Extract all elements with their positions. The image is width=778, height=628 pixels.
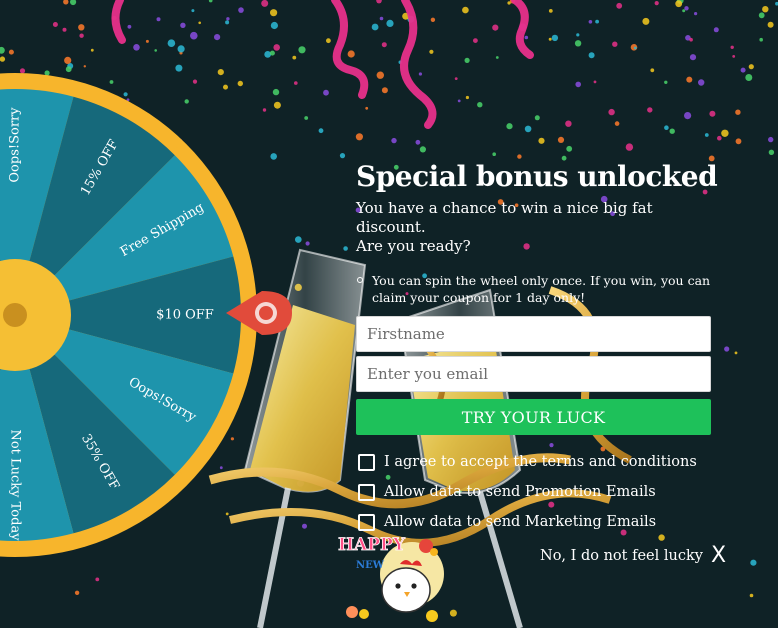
email-input[interactable] (356, 356, 711, 392)
close-icon[interactable]: X (711, 545, 726, 567)
rules-list-item: You can spin the wheel only once. If you… (356, 272, 716, 306)
wheel-segment-label: Oops!Sorry (8, 107, 23, 183)
wheel-segment-label: Not Lucky Today (8, 429, 23, 541)
promotion-emails-checkbox-row[interactable]: Allow data to send Promotion Emails (356, 477, 716, 507)
decline-link[interactable]: No, I do not feel lucky X (540, 545, 726, 567)
mascot-sign-text: HAPPY (338, 535, 406, 555)
prize-wheel[interactable]: Oops!Sorry 15% OFFFree Shipping$10 OFFOop… (0, 70, 260, 560)
firstname-input[interactable] (356, 316, 711, 352)
subtitle-line-1: You have a chance to win a nice big fat … (356, 199, 653, 236)
marketing-emails-checkbox-row[interactable]: Allow data to send Marketing Emails (356, 507, 716, 537)
spin-wheel-popup: Oops!Sorry 15% OFF Free Shipping $10 OFF Oop… (0, 0, 778, 628)
happy-new-year-chicken-mascot: HAPPY NEW (338, 535, 444, 622)
mascot-sign-subtext: NEW (356, 560, 385, 571)
terms-checkbox-row[interactable]: I agree to accept the terms and conditio… (356, 447, 716, 477)
decline-label[interactable]: No, I do not feel lucky (540, 548, 703, 564)
try-your-luck-button[interactable]: TRY YOUR LUCK (356, 399, 711, 435)
promotion-emails-checkbox[interactable] (358, 483, 375, 501)
signup-panel: Special bonus unlocked You have a chance… (356, 160, 718, 537)
terms-checkbox-label: I agree to accept the terms and conditio… (384, 454, 697, 470)
promotion-emails-checkbox-label: Allow data to send Promotion Emails (384, 484, 656, 500)
popup-subtitle: You have a chance to win a nice big fat … (356, 199, 716, 256)
terms-checkbox[interactable] (358, 453, 375, 471)
rules-list: You can spin the wheel only once. If you… (356, 272, 716, 306)
subtitle-line-2: Are you ready? (356, 237, 471, 255)
wheel-segment-label: $10 OFF (156, 308, 214, 323)
marketing-emails-checkbox[interactable] (358, 513, 375, 531)
popup-title: Special bonus unlocked (356, 160, 718, 193)
map-pin-icon (226, 291, 292, 335)
marketing-emails-checkbox-label: Allow data to send Marketing Emails (384, 514, 657, 530)
